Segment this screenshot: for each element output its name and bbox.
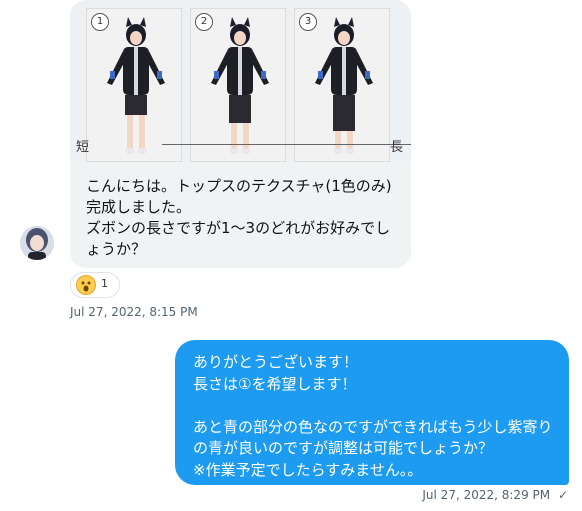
short-label: 短: [76, 140, 90, 155]
incoming-message-bubble[interactable]: こんにちは。トップスのテクスチャ(1色のみ) 完成しました。 ズボンの長さですが…: [70, 162, 411, 268]
message-line: ※作業予定でしたらすみません。。: [193, 460, 423, 479]
character-panel-3: 3: [294, 8, 390, 162]
character-figure-icon: [315, 17, 373, 154]
message-line: 完成しました。: [86, 198, 192, 216]
panel-number: 2: [195, 13, 213, 31]
message-line: ょうか？: [86, 240, 147, 258]
character-panel-1: 1: [86, 8, 182, 162]
surprised-face-icon: [76, 275, 96, 295]
message-line: あと青の部分の色なのですができればもう少し紫寄り: [193, 417, 553, 436]
message-line: 長さは①を希望します！: [193, 374, 357, 393]
reaction-badge[interactable]: 1: [70, 272, 120, 298]
long-label: 長: [390, 140, 404, 155]
outgoing-timestamp-row: Jul 27, 2022, 8:29 PM ✓: [422, 488, 568, 502]
outgoing-message-bubble[interactable]: ありがとうございます！ 長さは①を希望します！ あと青の部分の色なのですができれ…: [175, 340, 569, 485]
character-figure-icon: [107, 17, 165, 154]
message-line: [193, 395, 551, 417]
reaction-count: 1: [101, 277, 108, 290]
dm-conversation: 1 2 3 短 長 こんにちは。トップスのテクスチャ(1色のみ) 完成しました。…: [0, 0, 582, 511]
avatar-image-icon: [20, 226, 54, 260]
incoming-timestamp: Jul 27, 2022, 8:15 PM: [70, 305, 198, 319]
character-figure-icon: [211, 17, 269, 154]
attached-image[interactable]: 1 2 3 短 長: [70, 0, 411, 162]
character-panel-2: 2: [190, 8, 286, 162]
message-line: こんにちは。トップスのテクスチャ(1色のみ): [86, 177, 392, 195]
avatar[interactable]: [20, 226, 54, 260]
message-line: ズボンの長さですが1〜3のどれがお好みでし: [86, 219, 391, 237]
outgoing-timestamp: Jul 27, 2022, 8:29 PM: [422, 488, 551, 502]
message-line: ありがとうございます！: [193, 353, 359, 371]
length-arrow: [162, 144, 411, 145]
panel-number: 1: [91, 13, 109, 31]
message-line: の青が良いのですが調整は可能でしょうか？: [193, 439, 494, 457]
sent-check-icon: ✓: [557, 488, 568, 502]
panel-number: 3: [299, 13, 317, 31]
